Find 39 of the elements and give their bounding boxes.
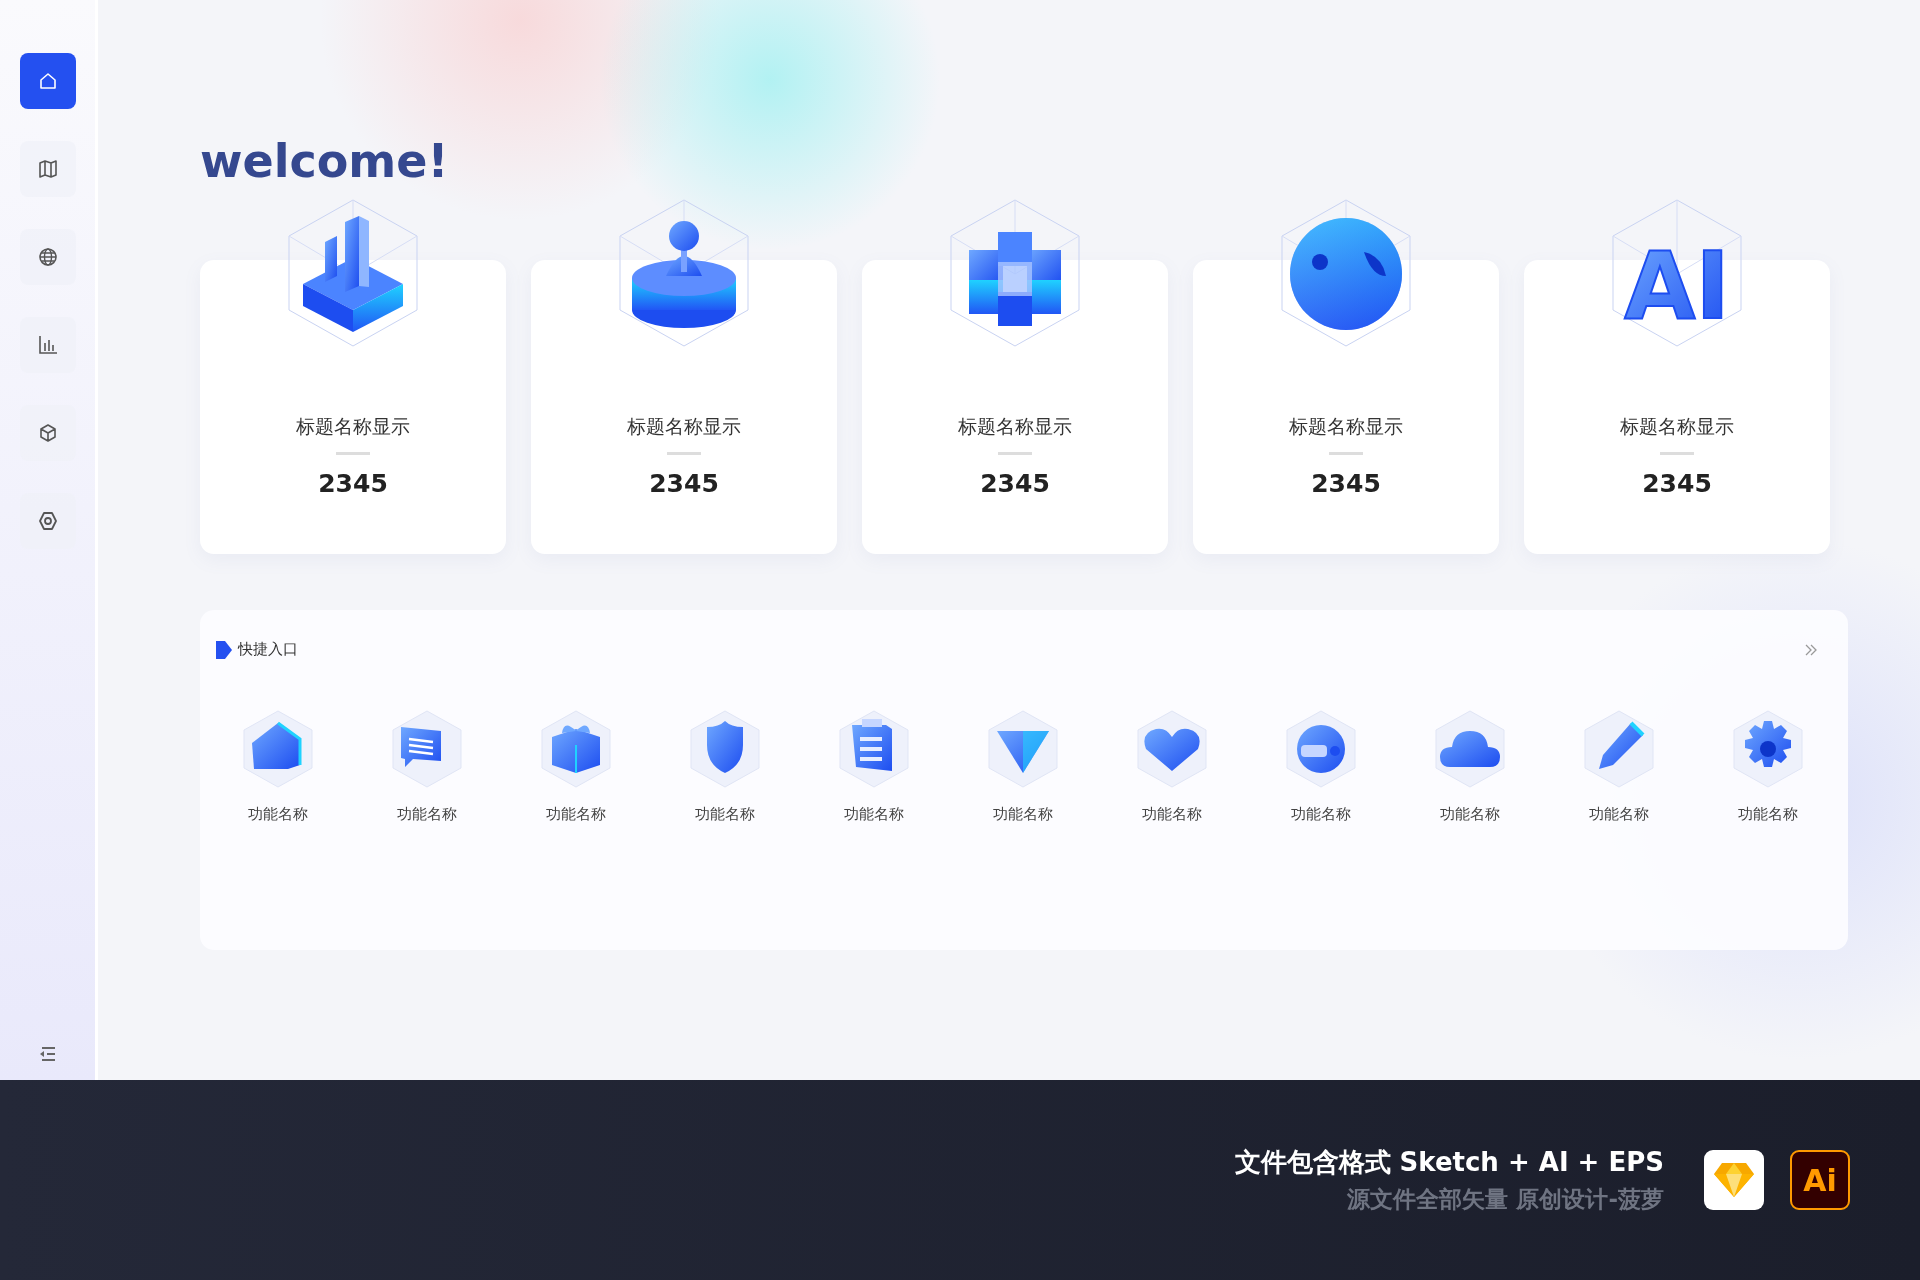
stat-title: 标题名称显示 [627,414,741,439]
more-button[interactable] [1804,642,1818,657]
map-icon [36,158,59,180]
stat-title: 标题名称显示 [958,414,1072,439]
shortcut-item[interactable]: 功能名称 [1271,709,1371,824]
shortcut-item[interactable]: 功能名称 [824,709,924,824]
shortcut-item[interactable]: 功能名称 [1569,709,1669,824]
stat-value: 2345 [318,469,388,498]
shortcut-item[interactable]: 功能名称 [675,709,775,824]
stat-value: 2345 [980,469,1050,498]
nav-button[interactable] [19,317,76,373]
stat-title: 标题名称显示 [1289,414,1403,439]
stat-title: 标题名称显示 [296,414,410,439]
diamond-logo [1704,1150,1764,1210]
shortcut-item[interactable]: 功能名称 [973,709,1073,824]
stat-value: 2345 [649,469,719,498]
section-title: 快捷入口 [238,640,298,659]
section-marker-icon [216,640,232,659]
nav-button[interactable] [19,229,76,285]
bar-chart-icon [36,334,59,356]
stat-title: 标题名称显示 [1620,414,1734,439]
stat-value: 2345 [1311,469,1381,498]
ai-logo: Ai [1790,1150,1850,1210]
globe-icon [36,246,59,268]
promo-subline: 源文件全部矢量 原创设计-菠萝 [1347,1185,1664,1214]
shortcut-item[interactable]: 功能名称 [1420,709,1520,824]
settings-icon [36,510,59,532]
nav-button[interactable] [19,53,76,109]
collapse-menu-icon [38,1046,57,1062]
promo-headline: 文件包含格式 Sketch + AI + EPS [1234,1146,1664,1179]
shortcut-item[interactable]: 功能名称 [1718,709,1818,824]
shortcut-item[interactable]: 功能名称 [377,709,477,824]
shortcut-item[interactable]: 功能名称 [228,709,328,824]
welcome-heading: welcome! [200,133,450,190]
nav-button[interactable] [19,141,76,197]
shortcut-item[interactable]: 功能名称 [1122,709,1222,824]
stat-value: 2345 [1642,469,1712,498]
double-chevron-icon [1804,642,1818,657]
shortcut-item[interactable]: 功能名称 [526,709,626,824]
